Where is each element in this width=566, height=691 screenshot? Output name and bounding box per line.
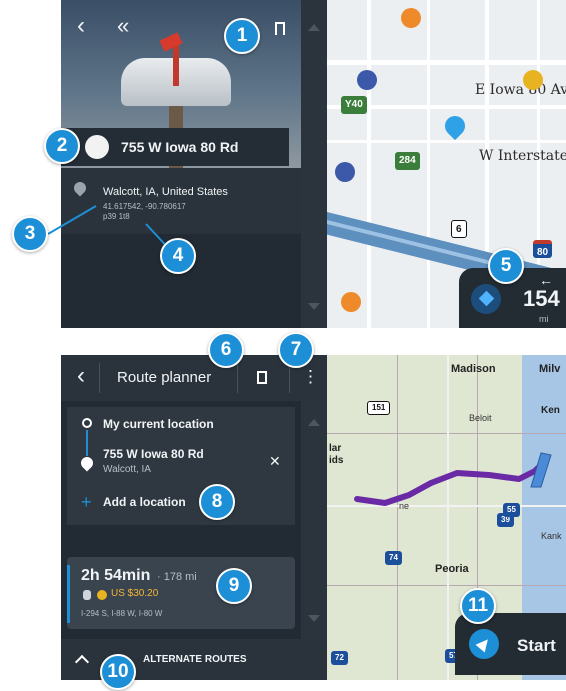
callout-badge: 6 [208,332,244,368]
callout-badge: 9 [216,568,252,604]
callout-badge: 2 [44,128,80,164]
callout-badge: 11 [460,588,496,624]
callout-badge: 10 [100,654,136,690]
callout-badge: 4 [160,238,196,274]
callout-badge: 3 [12,216,48,252]
callout-badge: 5 [488,248,524,284]
callout-badge: 8 [199,484,235,520]
callout-badge: 7 [278,332,314,368]
callout-badge: 1 [224,18,260,54]
